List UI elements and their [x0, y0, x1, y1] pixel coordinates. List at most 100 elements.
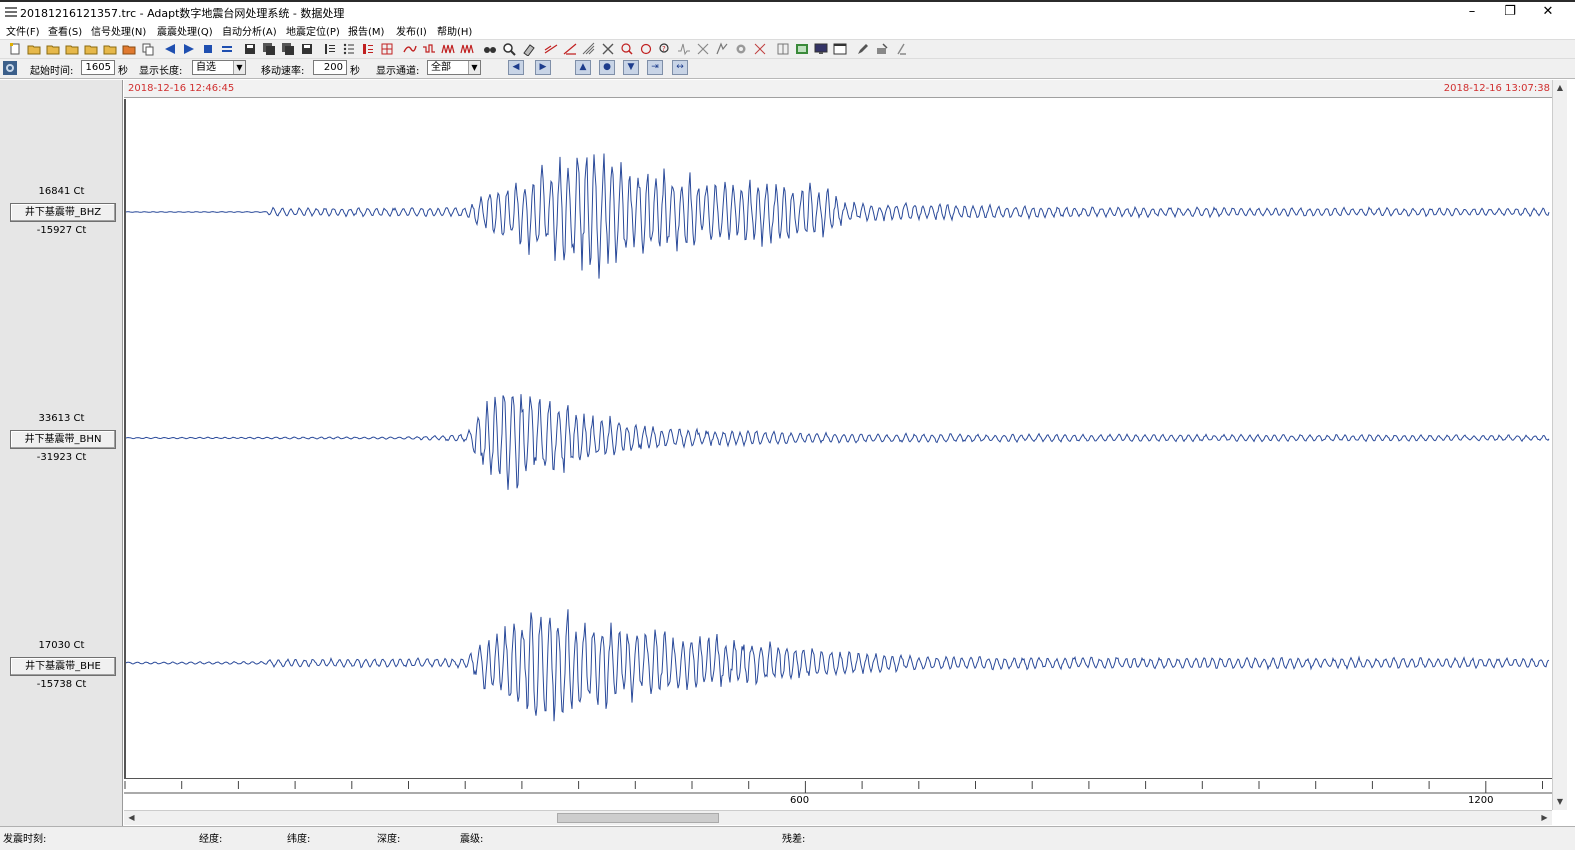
gear-icon[interactable]	[734, 42, 748, 56]
scroll-left-arrow-icon[interactable]: ◀	[126, 812, 137, 823]
display-channel-value: 全部	[431, 62, 451, 73]
new-file-icon[interactable]	[8, 42, 22, 56]
scroll-left-button[interactable]: ◀	[508, 60, 524, 75]
arrow-down-icon: ▼	[627, 62, 635, 72]
settings-icon[interactable]	[894, 42, 908, 56]
monitor-icon[interactable]	[814, 42, 828, 56]
filter-icon[interactable]	[582, 42, 596, 56]
spike-icon[interactable]	[677, 42, 691, 56]
scroll-right-arrow-icon[interactable]: ▶	[1539, 812, 1550, 823]
vertical-scrollbar[interactable]: ▲ ▼	[1552, 80, 1567, 810]
channel-button-bhe[interactable]: 井下基震带_BHE	[10, 657, 116, 676]
open-folder-icon[interactable]	[122, 42, 136, 56]
stop-icon[interactable]	[201, 42, 215, 56]
pick-tool-icon[interactable]	[544, 42, 558, 56]
wave-tool-icon[interactable]	[422, 42, 436, 56]
menu-help[interactable]: 帮助(H)	[437, 23, 472, 38]
display-length-label: 显示长度:	[139, 66, 183, 77]
camera-icon[interactable]	[2, 60, 18, 76]
menu-quake-processing[interactable]: 震震处理(Q)	[157, 23, 213, 38]
menu-icon[interactable]	[220, 42, 234, 56]
menu-signal[interactable]: 信号处理(N)	[91, 23, 146, 38]
tool-icon[interactable]	[696, 42, 710, 56]
menu-publish[interactable]: 发布(I)	[396, 23, 427, 38]
channel-max: 17030 Ct	[38, 640, 85, 651]
chevron-down-icon[interactable]: ▼	[468, 61, 480, 74]
scale-up-button[interactable]: ▲	[575, 60, 591, 75]
time-axis: 600 1200	[124, 778, 1552, 810]
export-icon[interactable]	[281, 42, 295, 56]
open-folder-icon[interactable]	[65, 42, 79, 56]
open-folder-icon[interactable]	[27, 42, 41, 56]
control-bar: 起始时间: 1605 秒 显示长度: 自选 ▼ 移动速率: 200 秒 显示通道:…	[0, 59, 1575, 79]
table-icon[interactable]	[795, 42, 809, 56]
tool-icon[interactable]	[715, 42, 729, 56]
wave-tool-icon[interactable]	[403, 42, 417, 56]
depth-label: 深度:	[377, 834, 401, 845]
scrollbar-thumb[interactable]	[557, 813, 719, 823]
horizontal-scrollbar[interactable]: ◀ ▶	[124, 810, 1552, 825]
compress-time-button[interactable]: ⇥	[647, 60, 663, 75]
magnitude-label: 震级:	[460, 834, 484, 845]
zoom-icon[interactable]	[502, 42, 516, 56]
edit-icon[interactable]	[875, 42, 889, 56]
bullet-list-icon[interactable]	[342, 42, 356, 56]
list-icon[interactable]	[323, 42, 337, 56]
copy-icon[interactable]	[141, 42, 155, 56]
menu-file[interactable]: 文件(F)	[6, 23, 40, 38]
channel-button-bhz[interactable]: 井下基震带_BHZ	[10, 203, 116, 222]
save-all-icon[interactable]	[262, 42, 276, 56]
eraser-icon[interactable]	[521, 42, 535, 56]
chevron-down-icon[interactable]: ▼	[233, 61, 245, 74]
window-icon[interactable]	[833, 42, 847, 56]
scroll-right-button[interactable]: ▶	[535, 60, 551, 75]
reset-scale-button[interactable]: ●	[599, 60, 615, 75]
filter-icon[interactable]	[601, 42, 615, 56]
menu-auto-analysis[interactable]: 自动分析(A)	[222, 23, 277, 38]
open-folder-icon[interactable]	[103, 42, 117, 56]
menu-report[interactable]: 报告(M)	[348, 23, 384, 38]
refresh-icon[interactable]	[639, 42, 653, 56]
move-speed-unit: 秒	[350, 66, 360, 77]
scale-down-button[interactable]: ▼	[623, 60, 639, 75]
binoculars-icon[interactable]	[483, 42, 497, 56]
move-speed-input[interactable]: 200	[313, 60, 347, 75]
minimize-button[interactable]: –	[1452, 4, 1492, 22]
scroll-down-arrow-icon[interactable]: ▼	[1554, 796, 1566, 808]
maximize-button[interactable]: ❐	[1490, 4, 1530, 22]
save-icon[interactable]	[243, 42, 257, 56]
play-icon[interactable]	[182, 42, 196, 56]
layout-icon[interactable]	[776, 42, 790, 56]
channel-min: -15927 Ct	[36, 225, 87, 236]
red-grid-icon[interactable]	[380, 42, 394, 56]
waveform-trace-bhe	[126, 609, 1550, 722]
close-button[interactable]: ✕	[1528, 4, 1568, 22]
waveform-canvas[interactable]	[126, 99, 1552, 778]
channel-panel: 16841 Ct 井下基震带_BHZ -15927 Ct 33613 Ct 井下…	[0, 80, 123, 826]
open-folder-icon[interactable]	[84, 42, 98, 56]
display-length-select[interactable]: 自选 ▼	[192, 60, 246, 75]
pick-tool-icon[interactable]	[563, 42, 577, 56]
menu-bar: 文件(F) 查看(S) 信号处理(N) 震震处理(Q) 自动分析(A) 地震定位…	[0, 22, 1575, 39]
red-list-icon[interactable]	[361, 42, 375, 56]
open-folder-icon[interactable]	[46, 42, 60, 56]
play-back-icon[interactable]	[163, 42, 177, 56]
menu-location[interactable]: 地震定位(P)	[286, 23, 340, 38]
wave-tool-icon[interactable]	[441, 42, 455, 56]
start-time-input[interactable]: 1605	[81, 60, 115, 75]
display-channel-select[interactable]: 全部 ▼	[427, 60, 481, 75]
waveform-trace-bhn	[126, 394, 1550, 490]
pen-icon[interactable]	[856, 42, 870, 56]
expand-time-button[interactable]: ↔	[672, 60, 688, 75]
wave-tool-icon[interactable]	[460, 42, 474, 56]
waveform-plot[interactable]	[124, 99, 1552, 778]
menu-view[interactable]: 查看(S)	[48, 23, 82, 38]
channel-button-bhn[interactable]: 井下基震带_BHN	[10, 430, 116, 449]
scroll-up-arrow-icon[interactable]: ▲	[1554, 82, 1566, 94]
search-icon[interactable]	[620, 42, 634, 56]
tool-icon[interactable]	[753, 42, 767, 56]
query-icon[interactable]: ?	[658, 42, 672, 56]
app-icon	[5, 7, 17, 17]
disk-icon[interactable]	[300, 42, 314, 56]
dot-icon: ●	[603, 62, 611, 72]
